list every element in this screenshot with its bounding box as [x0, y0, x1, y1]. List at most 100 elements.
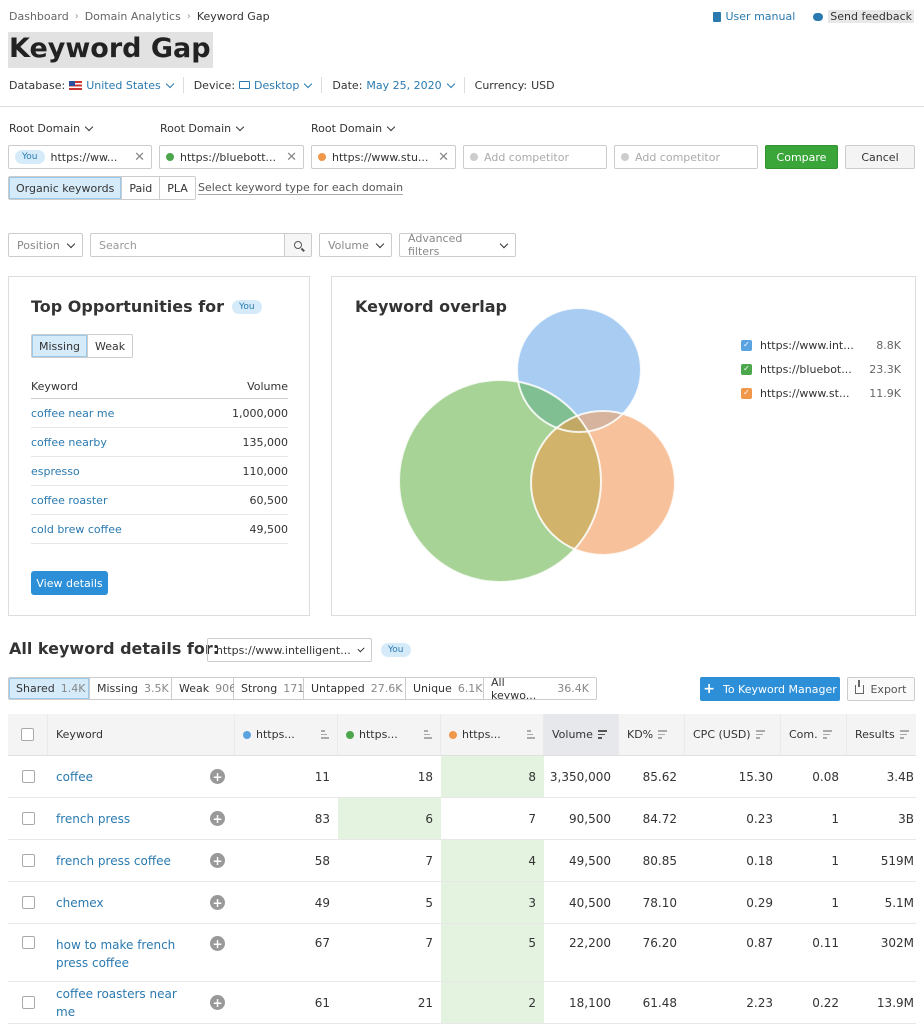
tab-weak[interactable]: Weak	[88, 335, 133, 357]
opportunity-keyword-link[interactable]: coffee near me	[31, 407, 114, 420]
keyword-link[interactable]: coffee roasters near me	[56, 985, 196, 1021]
page-title: Keyword Gap	[8, 32, 213, 68]
select-keyword-type-link[interactable]: Select keyword type for each domain	[198, 181, 404, 195]
tab-untapped[interactable]: Untapped 27.6K	[304, 678, 406, 699]
keyword-link[interactable]: french press	[56, 810, 130, 828]
keyword-link[interactable]: coffee	[56, 768, 93, 786]
keyword-link[interactable]: how to make french press coffee	[56, 936, 196, 972]
add-keyword-icon[interactable]: +	[210, 811, 225, 826]
domain-input-competitor-2[interactable]: https://www.stu... ✕	[311, 145, 456, 169]
row-checkbox[interactable]	[21, 854, 35, 867]
add-keyword-icon[interactable]: +	[210, 995, 225, 1010]
legend-item[interactable]: ✓ https://www.st... 11.9K	[741, 381, 901, 405]
keyword-type-organic[interactable]: Organic keywords	[9, 177, 123, 199]
col-cpc[interactable]: CPC (USD)	[685, 714, 781, 755]
breadcrumb-domain-analytics[interactable]: Domain Analytics	[85, 10, 181, 23]
table-row: coffee roasters near me +61 21 2 18,100 61.48…	[8, 982, 916, 1024]
domain-3-position: 4	[441, 840, 544, 881]
keyword-cell: coffee +	[48, 756, 235, 797]
domain-input-you[interactable]: You https://ww... ✕	[8, 145, 152, 169]
opportunity-row: cold brew coffee 49,500	[31, 515, 288, 544]
row-checkbox[interactable]	[21, 770, 35, 783]
opportunity-volume: 1,000,000	[232, 406, 288, 420]
legend-value: 11.9K	[869, 386, 901, 400]
view-details-button[interactable]: View details	[31, 571, 108, 595]
cancel-button[interactable]: Cancel	[845, 145, 915, 169]
add-competitor-input-2[interactable]: Add competitor	[614, 145, 758, 169]
opportunity-keyword-link[interactable]: espresso	[31, 465, 80, 478]
green-dot-icon	[346, 730, 354, 739]
tab-unique[interactable]: Unique 6.1K	[406, 678, 484, 699]
select-all-checkbox[interactable]	[21, 728, 34, 741]
domain-type-dropdown-2[interactable]: Root Domain	[160, 122, 245, 135]
details-domain-select[interactable]: https://www.intelligent...	[207, 638, 372, 662]
domain-type-dropdown-1[interactable]: Root Domain	[9, 122, 94, 135]
chevron-down-icon	[375, 239, 385, 248]
chevron-down-icon	[499, 239, 509, 248]
clear-icon[interactable]: ✕	[438, 150, 449, 165]
tab-shared[interactable]: Shared 1.4K	[9, 678, 90, 699]
chevron-down-icon	[66, 239, 76, 248]
database-dropdown[interactable]: United States	[69, 79, 174, 92]
checkbox-checked-icon[interactable]: ✓	[741, 339, 752, 351]
to-keyword-manager-button[interactable]: + To Keyword Manager	[700, 677, 840, 701]
col-competition[interactable]: Com.	[781, 714, 847, 755]
opportunity-keyword-link[interactable]: coffee roaster	[31, 494, 107, 507]
col-keyword[interactable]: Keyword	[48, 714, 235, 755]
add-keyword-icon[interactable]: +	[210, 769, 225, 784]
clear-icon[interactable]: ✕	[286, 150, 297, 165]
tab-missing[interactable]: Missing 3.5K	[90, 678, 172, 699]
send-feedback-link[interactable]: Send feedback	[813, 10, 914, 23]
col-results[interactable]: Results	[847, 714, 922, 755]
keyword-link[interactable]: chemex	[56, 894, 104, 912]
legend-value: 8.8K	[876, 338, 901, 352]
user-manual-link[interactable]: User manual	[712, 10, 795, 23]
add-keyword-icon[interactable]: +	[210, 895, 225, 910]
device-dropdown[interactable]: Desktop	[239, 79, 313, 92]
checkbox-checked-icon[interactable]: ✓	[741, 363, 752, 375]
opportunity-keyword-link[interactable]: cold brew coffee	[31, 523, 122, 536]
domain-input-competitor-1[interactable]: https://bluebott... ✕	[159, 145, 304, 169]
opportunity-keyword-link[interactable]: coffee nearby	[31, 436, 107, 449]
kd-cell: 84.72	[642, 811, 677, 826]
row-checkbox[interactable]	[21, 936, 35, 949]
row-checkbox[interactable]	[21, 812, 35, 825]
keyword-type-paid[interactable]: Paid	[122, 177, 161, 199]
clear-icon[interactable]: ✕	[134, 150, 145, 165]
search-button[interactable]	[284, 234, 311, 256]
add-competitor-input-1[interactable]: Add competitor	[463, 145, 607, 169]
legend-domain: https://bluebot...	[760, 362, 852, 376]
date-dropdown[interactable]: May 25, 2020	[366, 79, 455, 92]
position-filter[interactable]: Position	[8, 233, 83, 257]
row-checkbox[interactable]	[21, 896, 35, 909]
tab-strong[interactable]: Strong 171	[234, 678, 304, 699]
legend-item[interactable]: ✓ https://www.int... 8.8K	[741, 333, 901, 357]
col-domain-3[interactable]: https...	[441, 714, 544, 755]
keyword-type-pla[interactable]: PLA	[160, 177, 195, 199]
table-row: coffee +11 18 8 3,350,000 85.62 15.30 0.08 3.4B	[8, 756, 916, 798]
sort-desc-icon	[597, 730, 607, 739]
keyword-link[interactable]: french press coffee	[56, 852, 171, 870]
col-volume[interactable]: Volume	[544, 714, 619, 755]
compare-button[interactable]: Compare	[765, 145, 838, 169]
add-keyword-icon[interactable]: +	[210, 853, 225, 868]
col-domain-1[interactable]: https...	[235, 714, 338, 755]
domain-type-dropdown-3[interactable]: Root Domain	[311, 122, 396, 135]
tab-missing[interactable]: Missing	[32, 335, 89, 357]
volume-filter[interactable]: Volume	[319, 233, 392, 257]
breadcrumb-dashboard[interactable]: Dashboard	[9, 10, 69, 23]
col-kd[interactable]: KD%	[619, 714, 685, 755]
legend-item[interactable]: ✓ https://bluebot... 23.3K	[741, 357, 901, 381]
tab-count: 906	[215, 682, 237, 695]
export-button[interactable]: Export	[847, 677, 915, 701]
col-domain-2[interactable]: https...	[338, 714, 441, 755]
tab-all-keywo[interactable]: All keywo... 36.4K	[484, 678, 596, 699]
advanced-filters[interactable]: Advanced filters	[399, 232, 516, 258]
volume-cell: 40,500	[569, 895, 611, 910]
tab-weak[interactable]: Weak 906	[172, 678, 237, 699]
add-keyword-icon[interactable]: +	[210, 936, 225, 951]
search-input[interactable]: Search	[91, 234, 284, 256]
row-checkbox[interactable]	[21, 996, 35, 1009]
search-icon	[294, 241, 302, 249]
checkbox-checked-icon[interactable]: ✓	[741, 387, 752, 399]
